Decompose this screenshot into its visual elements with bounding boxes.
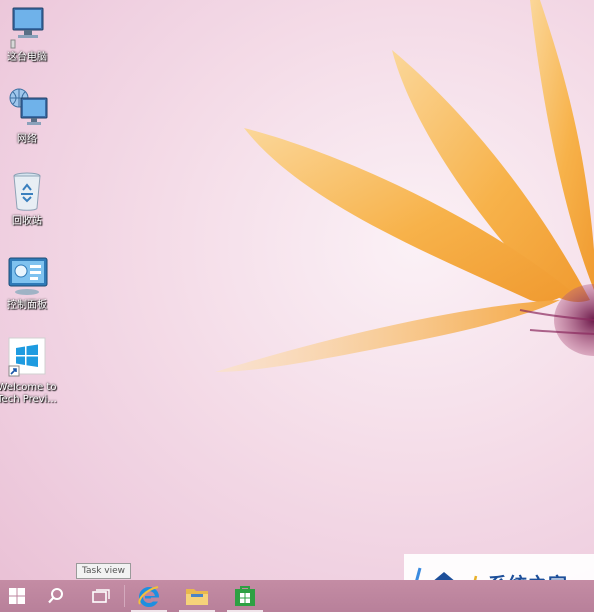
internet-explorer-icon: [138, 586, 159, 607]
control-panel-icon: [5, 254, 49, 298]
recycle-bin-icon: [5, 170, 49, 214]
desktop-icon-this-pc[interactable]: 这台电脑: [0, 6, 58, 64]
desktop-icon-label: Welcome to Tech Previ...: [0, 382, 57, 405]
desktop-icon-label: 网络: [17, 134, 37, 145]
desktop: 这台电脑 网络 回收站 控制面板 Welcome to Tech Previ..…: [0, 0, 594, 612]
file-explorer-icon: [186, 589, 208, 605]
taskbar-file-explorer-button[interactable]: [173, 580, 221, 612]
task-view-icon: [92, 589, 110, 603]
desktop-icon-welcome-tech-preview[interactable]: Welcome to Tech Previ...: [0, 336, 58, 406]
taskbar-ie-button[interactable]: [125, 580, 173, 612]
desktop-icon-label: 控制面板: [7, 300, 47, 311]
desktop-icon-network[interactable]: 网络: [0, 88, 58, 146]
taskbar: [0, 580, 594, 612]
desktop-icon-control-panel[interactable]: 控制面板: [0, 254, 58, 312]
desktop-icon-recycle-bin[interactable]: 回收站: [0, 170, 58, 228]
windows-shortcut-icon: [5, 336, 49, 380]
search-icon: [48, 588, 63, 604]
search-button[interactable]: [34, 580, 78, 612]
start-icon: [9, 588, 25, 604]
task-view-button[interactable]: [78, 580, 124, 612]
taskbar-store-button[interactable]: [221, 580, 269, 612]
start-button[interactable]: [0, 580, 34, 612]
network-icon: [5, 88, 49, 132]
desktop-icon-label: 回收站: [12, 216, 42, 227]
task-view-tooltip: Task view: [76, 563, 132, 579]
desktop-icon-label: 这台电脑: [7, 52, 47, 63]
wallpaper-flower: [215, 0, 594, 372]
store-icon: [235, 586, 255, 606]
computer-icon: [5, 6, 49, 50]
